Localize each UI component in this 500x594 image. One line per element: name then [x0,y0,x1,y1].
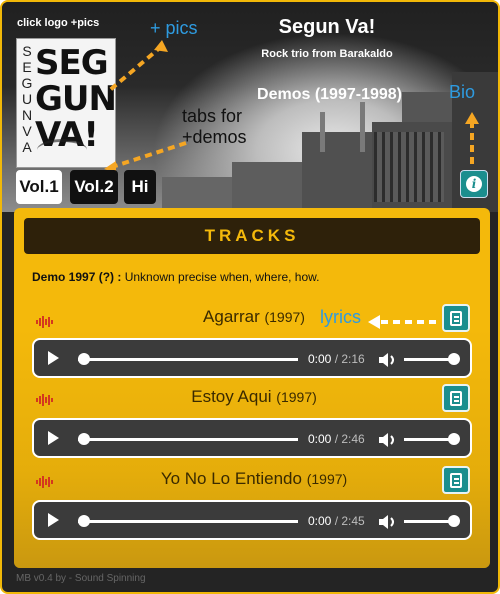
progress-track[interactable] [78,438,298,441]
annotation-bio: Bio [449,82,476,102]
volume-slider[interactable] [404,438,454,441]
progress-knob[interactable] [78,353,90,365]
annotation-arrow [108,40,168,92]
lyrics-doc-icon [450,472,462,488]
lyrics-doc-icon [450,310,462,326]
chimney [320,112,325,152]
progress-knob[interactable] [78,515,90,527]
band-name: Segun Va! [278,16,376,38]
demos-title: Demos (1997-1998) [257,86,402,103]
lyrics-button[interactable] [442,304,470,332]
lyrics-button[interactable] [442,384,470,412]
lyrics-button[interactable] [442,466,470,494]
tab-vol1[interactable]: Vol.1 [16,170,62,204]
audio-player[interactable]: 0:00 / 2:46 [32,418,472,458]
volume-slider[interactable] [404,358,454,361]
click-logo-hint: click logo +pics [17,17,100,29]
volume-icon[interactable] [378,352,398,368]
volume-icon[interactable] [378,432,398,448]
building-facade [374,132,444,202]
logo-vertical-text: S E G U N V A [21,43,33,155]
tracks-heading: TRACKS [24,218,480,254]
volume-knob[interactable] [448,353,460,365]
band-logo[interactable]: S E G U N V A SEG GUN VA! [16,38,117,168]
track-title: Estoy Aqui (1997) [191,387,317,406]
building [232,162,312,212]
progress-knob[interactable] [78,433,90,445]
volume-knob[interactable] [448,433,460,445]
annotation-arrow [465,112,479,164]
time-display: 0:00 / 2:45 [308,514,365,528]
progress-track[interactable] [78,358,298,361]
waveform-icon [36,393,54,407]
tab-hi[interactable]: Hi [124,170,156,204]
band-subtitle: Rock trio from Barakaldo [261,48,393,60]
annotation-lyrics: lyrics [320,307,361,327]
waveform-icon [36,475,54,489]
demo-description: Demo 1997 (?) : Unknown precise when, wh… [32,270,320,284]
time-display: 0:00 / 2:46 [308,432,365,446]
volume-knob[interactable] [448,515,460,527]
app-frame: click logo +pics S E G U N V A SEG GUN V… [0,0,500,594]
audio-player[interactable]: 0:00 / 2:16 [32,338,472,378]
track-title: Yo No Lo Entiendo (1997) [160,469,348,488]
footer-credit: MB v0.4 by - Sound Spinning [16,573,146,584]
audio-player[interactable]: 0:00 / 2:45 [32,500,472,540]
waveform-icon [36,315,54,329]
play-icon[interactable] [48,351,59,365]
bio-info-button[interactable]: i [460,170,488,198]
tab-vol2[interactable]: Vol.2 [70,170,118,204]
header-scenery: click logo +pics S E G U N V A SEG GUN V… [2,2,498,212]
volume-icon[interactable] [378,514,398,530]
lyrics-doc-icon [450,390,462,406]
annotation-pics: + pics [150,18,198,38]
volume-slider[interactable] [404,520,454,523]
tracks-panel: TRACKS Demo 1997 (?) : Unknown precise w… [14,208,490,568]
logo-drawing [37,139,87,161]
play-icon[interactable] [48,513,59,527]
info-icon: i [466,176,482,192]
time-display: 0:00 / 2:16 [308,352,365,366]
chimney [360,102,365,152]
play-icon[interactable] [48,431,59,445]
annotation-arrow [368,315,436,329]
progress-track[interactable] [78,520,298,523]
